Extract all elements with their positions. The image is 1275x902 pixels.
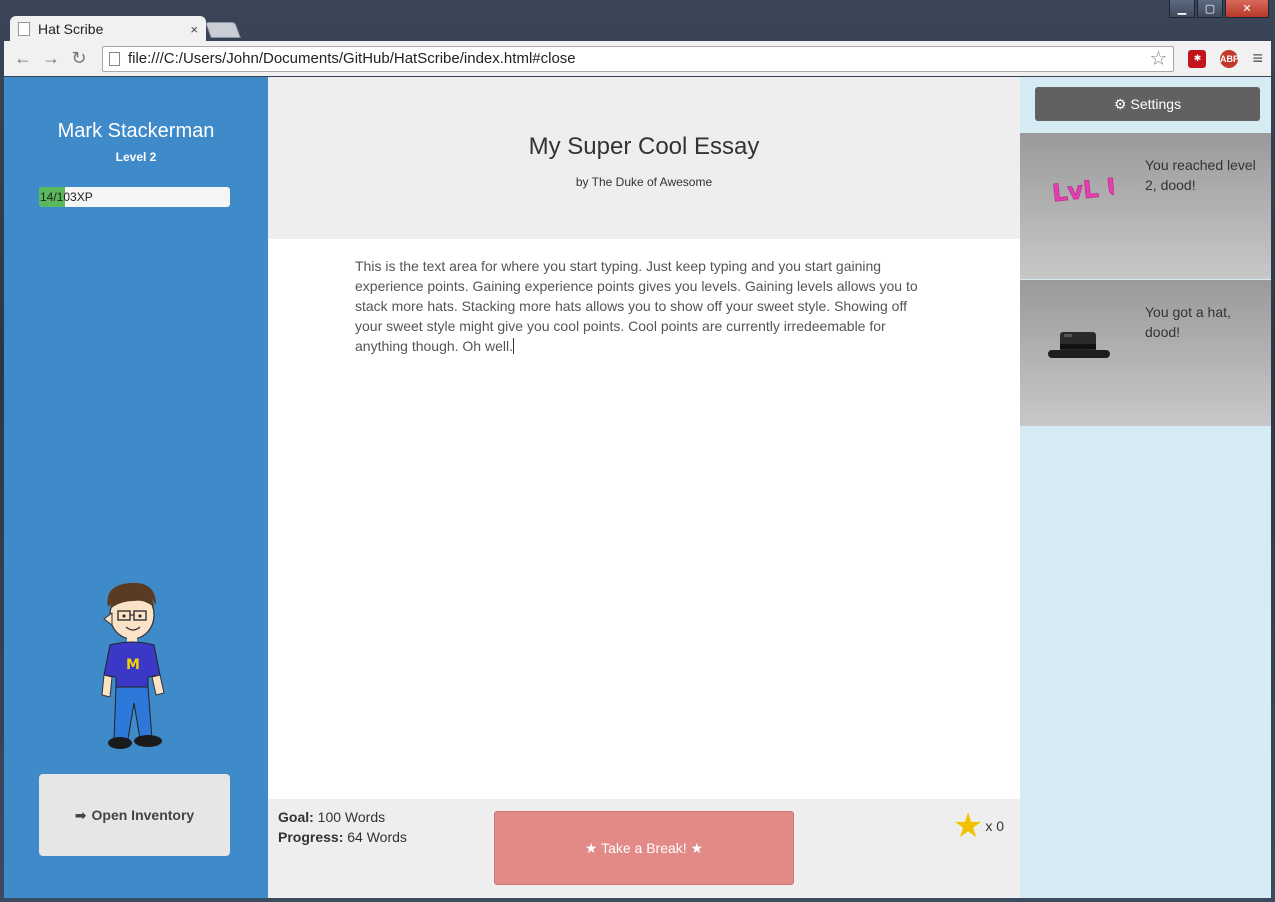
app-viewport: Mark Stackerman Level 2 14/103XP M ➡ Ope… xyxy=(4,77,1271,898)
essay-footer: Goal: 100 Words Progress: 64 Words ★ Tak… xyxy=(268,799,1020,898)
avatar: M xyxy=(101,582,165,749)
essay-text-area[interactable]: This is the text area for where you star… xyxy=(355,256,930,356)
settings-label: Settings xyxy=(1130,96,1182,112)
notification-text: You reached level 2, dood! xyxy=(1145,157,1256,193)
progress-value: 64 Words xyxy=(347,829,407,845)
browser-tab[interactable]: Hat Scribe × xyxy=(10,16,206,42)
cool-points-counter: ★ x 0 xyxy=(953,809,1004,843)
minimize-button[interactable]: ▁ xyxy=(1169,0,1195,18)
progress-label: Progress: xyxy=(278,829,344,845)
xp-progress-bar: 14/103XP xyxy=(39,187,230,207)
xp-text: 14/103XP xyxy=(40,190,93,204)
page-icon xyxy=(18,22,30,36)
level-up-icon: LvL UP xyxy=(1051,170,1114,208)
take-a-break-button[interactable]: ★ Take a Break! ★ xyxy=(494,811,794,885)
tab-close-icon[interactable]: × xyxy=(190,22,198,37)
notifications-panel: ⚙ Settings LvL UP You reached level 2, d… xyxy=(1020,77,1271,898)
essay-title[interactable]: My Super Cool Essay xyxy=(268,133,1020,161)
essay-author[interactable]: by The Duke of Awesome xyxy=(268,175,1020,189)
tab-title: Hat Scribe xyxy=(38,21,104,37)
browser-window: ▁ ▢ ✕ Hat Scribe × ← → ↻ file:///C:/User… xyxy=(0,0,1275,902)
address-bar[interactable]: file:///C:/Users/John/Documents/GitHub/H… xyxy=(101,45,1175,72)
star-icon: ★ xyxy=(952,807,984,845)
svg-text:LvL UP: LvL UP xyxy=(1051,170,1114,207)
maximize-button[interactable]: ▢ xyxy=(1197,0,1223,18)
notification-level-up: LvL UP You reached level 2, dood! xyxy=(1020,133,1271,279)
back-icon[interactable]: ← xyxy=(12,48,34,69)
essay-body-text: This is the text area for where you star… xyxy=(355,258,918,354)
new-tab-button[interactable] xyxy=(205,22,241,38)
url-text[interactable]: file:///C:/Users/John/Documents/GitHub/H… xyxy=(128,50,576,67)
notification-text: You got a hat, dood! xyxy=(1145,304,1231,340)
forward-icon[interactable]: → xyxy=(40,48,62,69)
text-caret xyxy=(513,338,514,354)
page-icon xyxy=(108,51,120,66)
window-controls: ▁ ▢ ✕ xyxy=(1169,0,1269,18)
stars-count: x 0 xyxy=(985,818,1004,834)
browser-toolbar: ← → ↻ file:///C:/Users/John/Documents/Gi… xyxy=(4,41,1271,76)
open-inventory-label: Open Inventory xyxy=(91,807,195,823)
reload-icon[interactable]: ↻ xyxy=(68,48,90,69)
hat-icon xyxy=(1048,332,1110,358)
user-name: Mark Stackerman xyxy=(57,120,215,142)
profile-panel: Mark Stackerman Level 2 14/103XP M ➡ Ope… xyxy=(4,77,268,898)
goal-value: 100 Words xyxy=(317,809,386,825)
word-goal-info: Goal: 100 Words Progress: 64 Words xyxy=(278,807,407,847)
gear-icon: ⚙ xyxy=(1113,95,1127,112)
open-inventory-button[interactable]: ➡ Open Inventory xyxy=(39,774,230,856)
user-level: Level 2 xyxy=(115,150,157,164)
essay-header: My Super Cool Essay by The Duke of Aweso… xyxy=(268,77,1020,239)
bookmark-star-icon[interactable]: ☆ xyxy=(1150,46,1168,71)
lastpass-extension-icon[interactable]: ✱ xyxy=(1188,49,1207,68)
browser-menu-icon[interactable]: ≡ xyxy=(1252,48,1263,69)
goal-label: Goal: xyxy=(278,809,314,825)
window-close-button[interactable]: ✕ xyxy=(1225,0,1269,18)
settings-button[interactable]: ⚙ Settings xyxy=(1035,87,1260,121)
notification-hat: You got a hat, dood! xyxy=(1020,280,1271,426)
arrow-right-icon: ➡ xyxy=(74,806,87,823)
essay-panel: My Super Cool Essay by The Duke of Aweso… xyxy=(268,77,1020,898)
svg-text:M: M xyxy=(126,657,140,673)
adblock-extension-icon[interactable]: ABP xyxy=(1220,49,1239,68)
